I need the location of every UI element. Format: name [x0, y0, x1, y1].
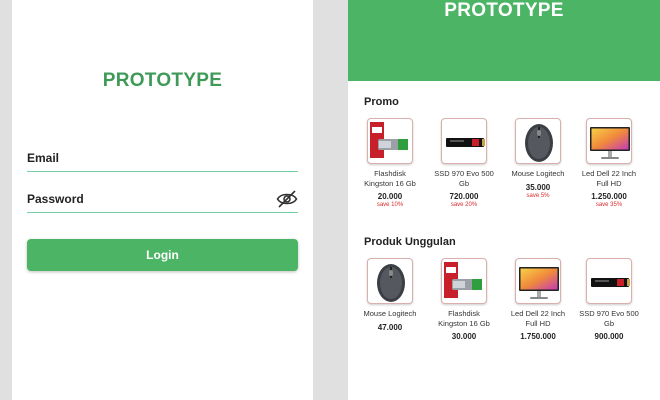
product-name: Mouse Logitech — [511, 169, 565, 178]
login-screen: PROTOTYPE Email Password Login — [12, 0, 313, 400]
product-name: SSD 970 Evo 500 Gb — [579, 309, 639, 328]
product-price: 1.250.000 — [591, 192, 627, 201]
product-name: Led Dell 22 Inch Full HD — [510, 309, 566, 328]
monitor-image — [586, 118, 632, 164]
featured-section-title: Produk Unggulan — [364, 236, 456, 248]
email-placeholder: Email — [27, 151, 60, 165]
product-card[interactable]: Mouse Logitech 35.000 save 5% — [506, 118, 570, 199]
discount-label: save 20% — [450, 202, 478, 208]
eye-off-icon[interactable] — [276, 190, 298, 208]
discount-label: save 35% — [595, 202, 623, 208]
product-card[interactable]: SSD 970 Evo 500 Gb 900.000 — [577, 258, 641, 341]
product-price: 35.000 — [525, 182, 551, 192]
product-price: 900.000 — [594, 332, 624, 341]
monitor-image — [515, 258, 561, 304]
flashdisk-image — [367, 118, 413, 164]
product-card[interactable]: Flashdisk Kingston 16 Gb 30.000 — [432, 258, 496, 341]
password-placeholder: Password — [27, 192, 84, 206]
discount-label: save 10% — [376, 202, 404, 208]
product-name: Mouse Logitech — [363, 309, 417, 318]
product-name: SSD 970 Evo 500 Gb — [434, 169, 494, 188]
ssd-image — [586, 258, 632, 304]
home-screen: PROTOTYPE Promo Flashdisk Kingston 16 Gb… — [348, 0, 660, 400]
login-title: PROTOTYPE — [102, 70, 223, 91]
promo-section-title: Promo — [364, 96, 399, 108]
product-price: 30.000 — [451, 332, 477, 341]
email-field[interactable]: Email — [27, 148, 298, 172]
app-title: PROTOTYPE — [444, 0, 564, 21]
product-name: Flashdisk Kingston 16 Gb — [364, 169, 416, 188]
product-price: 20.000 — [377, 192, 403, 201]
product-card[interactable]: Mouse Logitech 47.000 — [358, 258, 422, 332]
flashdisk-image — [441, 258, 487, 304]
product-price: 47.000 — [377, 322, 403, 332]
product-name: Flashdisk Kingston 16 Gb — [438, 309, 490, 328]
discount-label: save 5% — [526, 192, 550, 199]
product-card[interactable]: Led Dell 22 Inch Full HD 1.250.000 save … — [577, 118, 641, 208]
ssd-image — [441, 118, 487, 164]
product-card[interactable]: Flashdisk Kingston 16 Gb 20.000 save 10% — [358, 118, 422, 208]
mouse-image — [367, 258, 413, 304]
mouse-image — [515, 118, 561, 164]
password-field[interactable]: Password — [27, 189, 298, 213]
product-price: 720.000 — [449, 192, 479, 201]
product-card[interactable]: SSD 970 Evo 500 Gb 720.000 save 20% — [432, 118, 496, 208]
app-bar: PROTOTYPE — [348, 0, 660, 81]
product-name: Led Dell 22 Inch Full HD — [581, 169, 637, 188]
product-price: 1.750.000 — [520, 332, 556, 341]
login-button[interactable]: Login — [27, 239, 298, 271]
product-card[interactable]: Led Dell 22 Inch Full HD 1.750.000 — [506, 258, 570, 341]
